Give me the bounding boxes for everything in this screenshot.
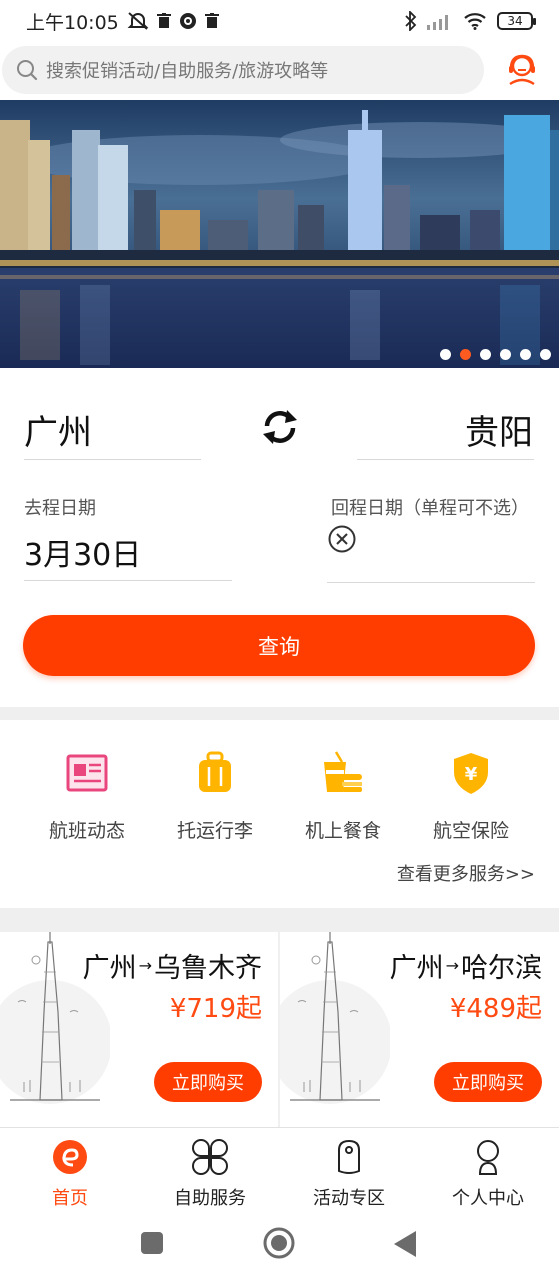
route-to: 哈尔滨 (461, 953, 542, 984)
route-title: 广州 → 哈尔滨 (390, 946, 542, 985)
depart-date-label: 去程日期 (24, 498, 96, 519)
signal-icon (427, 15, 448, 30)
status-right: 34 (405, 11, 536, 31)
bluetooth-icon (405, 11, 417, 31)
self-service-icon (192, 1139, 228, 1175)
status-time: 上午10:05 (26, 11, 119, 34)
city-banner[interactable] (0, 100, 559, 368)
wifi-icon (464, 13, 486, 30)
section-divider (0, 707, 559, 720)
service-luggage[interactable]: 托运行李 (155, 750, 275, 843)
service-label: 航空保险 (432, 820, 509, 842)
trash-icon-2 (204, 13, 219, 28)
query-button[interactable]: 查询 (23, 615, 535, 676)
home-icon (53, 1140, 87, 1174)
insurance-shield-icon: ¥ (454, 753, 488, 794)
flight-status-icon (66, 754, 108, 792)
back-icon[interactable] (394, 1231, 416, 1257)
nav-profile[interactable]: 个人中心 (433, 1138, 543, 1210)
route-from: 广州 (389, 953, 444, 984)
route-to: 乌鲁木齐 (154, 953, 262, 984)
nav-self-service[interactable]: 自助服务 (155, 1138, 265, 1210)
activity-tag-icon (338, 1139, 360, 1174)
departure-city[interactable]: 广州 (24, 405, 92, 454)
banner-image (0, 100, 559, 368)
trash-icon (156, 13, 171, 28)
return-date-label: 回程日期（单程可不选） (331, 498, 529, 519)
pager-dot[interactable] (500, 349, 511, 360)
pager-dot[interactable] (440, 349, 451, 360)
service-label: 航班动态 (48, 820, 125, 842)
arrival-city[interactable]: 贵阳 (465, 405, 533, 454)
search-icon (17, 60, 38, 81)
service-label: 机上餐食 (304, 820, 381, 842)
search-input[interactable]: 搜索促销活动/自助服务/旅游攻略等 (2, 46, 484, 94)
pager-dot-active[interactable] (460, 349, 471, 360)
nav-activities[interactable]: 活动专区 (294, 1138, 404, 1210)
route-price: ¥719起 (169, 994, 262, 1024)
route-title: 广州 → 乌鲁木齐 (83, 946, 262, 985)
meal-icon (324, 751, 362, 792)
route-arrow: → (445, 956, 459, 975)
depart-date[interactable]: 3月30日 (24, 530, 141, 574)
pager-dot[interactable] (540, 349, 551, 360)
swap-cities-icon[interactable] (261, 408, 299, 446)
buy-now-button[interactable]: 立即购买 (434, 1062, 542, 1102)
status-bar: 上午10:05 34 (0, 0, 559, 42)
departure-underline (24, 459, 201, 460)
recent-apps-icon[interactable] (140, 1231, 164, 1255)
buy-now-button[interactable]: 立即购买 (154, 1062, 262, 1102)
status-left: 上午10:05 (26, 8, 219, 35)
route-from: 广州 (82, 953, 137, 984)
user-icon (477, 1140, 499, 1175)
nav-home[interactable]: 首页 (15, 1138, 125, 1210)
return-date-underline (327, 582, 535, 583)
clear-return-date-icon[interactable] (327, 524, 357, 554)
svg-text:¥: ¥ (465, 764, 478, 785)
pager-dot[interactable] (480, 349, 491, 360)
mute-icon (127, 12, 149, 30)
banner-pager (440, 349, 551, 360)
battery-indicator: 34 (497, 12, 536, 30)
service-meal[interactable]: 机上餐食 (283, 750, 403, 843)
luggage-icon (199, 751, 231, 792)
search-row: 搜索促销活动/自助服务/旅游攻略等 (0, 44, 559, 96)
service-flight-status[interactable]: 航班动态 (27, 750, 147, 843)
route-arrow: → (138, 956, 152, 975)
pager-dot[interactable] (520, 349, 531, 360)
customer-service-icon[interactable] (506, 52, 538, 86)
service-label: 托运行李 (176, 820, 253, 842)
more-services-link[interactable]: 查看更多服务>> (397, 860, 535, 886)
bottom-nav: 首页 自助服务 活动专区 个人中心 (0, 1127, 559, 1210)
service-insurance[interactable]: ¥ 航空保险 (411, 750, 531, 843)
section-divider-2 (0, 908, 559, 932)
system-nav-bar (0, 1207, 559, 1280)
arrival-underline (357, 459, 534, 460)
record-icon (179, 13, 196, 29)
home-button-icon[interactable] (263, 1227, 295, 1259)
route-card[interactable]: 广州 → 乌鲁木齐 ¥719起 立即购买 (0, 932, 278, 1128)
route-price: ¥489起 (449, 994, 542, 1024)
canton-tower-icon (280, 932, 390, 1104)
depart-date-underline (24, 580, 232, 581)
search-placeholder: 搜索促销活动/自助服务/旅游攻略等 (46, 61, 329, 82)
route-card[interactable]: 广州 → 哈尔滨 ¥489起 立即购买 (280, 932, 558, 1128)
